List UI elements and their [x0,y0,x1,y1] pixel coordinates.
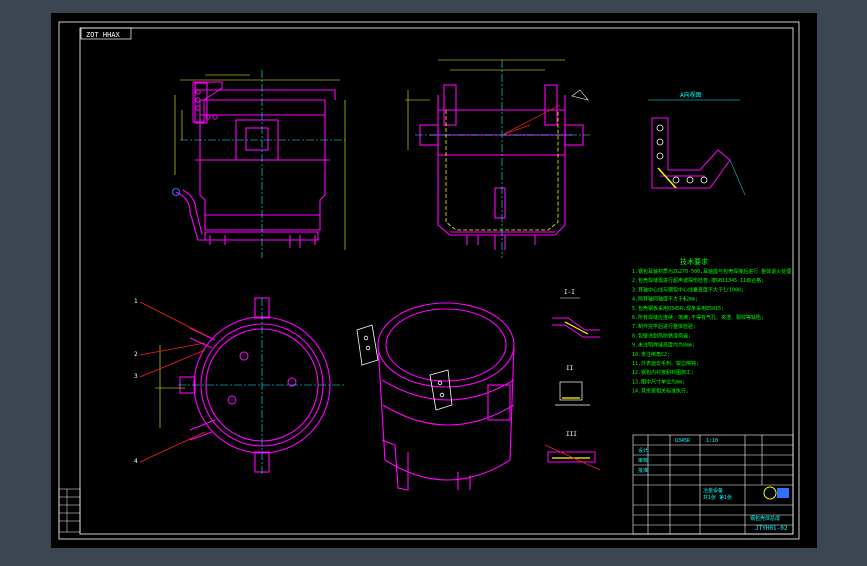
balloon-4: 4 [134,458,138,465]
title-block-drawing-name: 钢包壳体总成 [750,515,780,522]
title-block-material: Q345R [675,438,691,444]
title-block-approver: 批准 [638,467,648,474]
stamp-label: ZOT HHAX [86,31,121,39]
tech-req-line: 7.制作完毕后进行整体检验; [632,323,696,330]
balloon-3: 3 [134,373,138,380]
title-block-sheet-info: 共1张 第1张 [703,494,732,501]
balloon-2: 2 [134,351,138,358]
tech-req-line: 12.钢包内衬按耐材图施工; [632,369,694,376]
tech-req-title: 技术要求 [680,257,708,266]
title-block-company: 冶金设备 [703,487,723,494]
tech-req-line: 1.钢包耳轴材质为ZG270-500,耳轴座与包壳焊接后进行 整体退火处理; [632,268,794,275]
tech-req-line: 4.两耳轴同轴度不大于Φ2mm; [632,296,698,303]
section-2-label: II [566,365,574,372]
tech-req-line: 2.包壳焊缝需进行超声波探伤检查,按GB11345 II级合格; [632,277,764,284]
cad-viewport[interactable]: ZOT HHAX A向视图 技术要求 1.钢包耳轴材质为ZG270-500,耳轴… [0,0,867,562]
title-block-scale: 1:10 [706,438,718,444]
section-3-label: III [566,431,577,438]
title-block-designer: 设计 [638,447,648,454]
balloon-1: 1 [134,298,138,305]
tech-req-line: 3.耳轴中心线与钢包中心线垂直度不大于1/1000; [632,286,744,293]
tech-req-line: 14.其余按相关标准执行。 [632,388,691,395]
title-block-drawing-number: JTYH01-02 [755,525,788,532]
detail-view-label: A向视图 [680,91,702,99]
tech-req-line: 5.包壳钢板采用Q345R,焊条采用E5015; [632,305,724,312]
title-block-checker: 审核 [638,457,648,464]
tech-req-line: 10.未注倒角C2; [632,351,670,358]
tech-req-line: 6.所有焊缝应连续、饱满,不得有气孔、夹渣、裂纹等缺陷; [632,314,764,321]
drawing-canvas[interactable]: ZOT HHAX A向视图 技术要求 1.钢包耳轴材质为ZG270-500,耳轴… [0,0,867,562]
tech-req-line: 13.图中尺寸单位为mm; [632,378,685,385]
section-1-label: I-I [564,289,575,296]
tech-req-line: 8.包壁涂耐热防锈漆两遍; [632,332,691,339]
tech-req-line: 11.外表面去毛刺、锐边倒钝; [632,360,699,367]
tech-req-line: 9.未注明焊缝高度均为8mm; [632,342,695,349]
